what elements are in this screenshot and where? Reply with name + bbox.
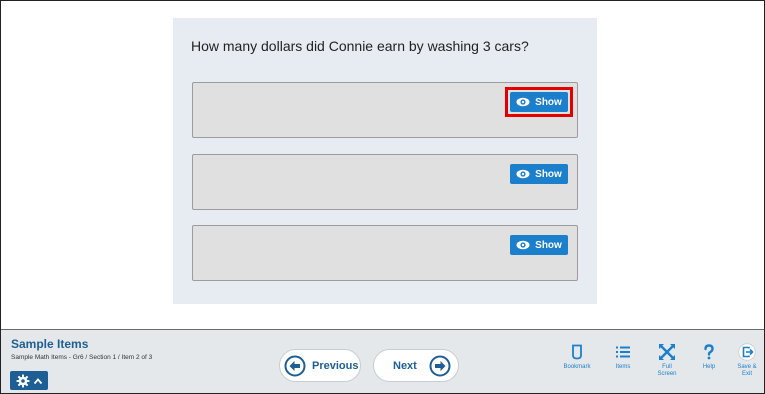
show-button-1[interactable]: Show	[510, 92, 568, 112]
question-panel: How many dollars did Connie earn by wash…	[173, 18, 597, 304]
arrow-right-circle-icon	[429, 355, 451, 376]
eye-icon	[516, 97, 530, 107]
list-icon	[616, 346, 630, 358]
gear-icon	[16, 374, 29, 387]
fullscreen-label-line2: Screen	[657, 371, 677, 377]
show-button-2[interactable]: Show	[510, 164, 568, 184]
breadcrumb: Sample Math Items - Gr6 / Section 1 / It…	[11, 354, 153, 361]
save-exit-button[interactable]: Save & Exit	[727, 343, 764, 378]
fullscreen-button[interactable]: Full Screen	[647, 343, 687, 378]
show-button-label: Show	[535, 168, 562, 180]
previous-label: Previous	[312, 359, 359, 372]
bookmark-label: Bookmark	[563, 364, 591, 370]
question-text: How many dollars did Connie earn by wash…	[191, 38, 529, 54]
show-button-wrap: Show	[510, 235, 568, 255]
help-button[interactable]: Help	[689, 343, 729, 371]
show-button-3[interactable]: Show	[510, 235, 568, 255]
fullscreen-label-line1: Full	[662, 364, 672, 370]
exit-icon	[738, 343, 756, 361]
show-button-label: Show	[535, 96, 562, 108]
save-exit-label-line2: Exit	[741, 371, 752, 377]
eye-icon	[516, 240, 530, 250]
app-window: How many dollars did Connie earn by wash…	[0, 0, 765, 394]
show-button-label: Show	[535, 239, 562, 251]
chevron-up-icon	[33, 377, 42, 384]
item-content-area: How many dollars did Connie earn by wash…	[1, 1, 764, 330]
settings-menu-button[interactable]	[10, 371, 48, 390]
arrow-left-circle-icon	[284, 355, 306, 376]
save-exit-label: Save & Exit	[737, 364, 756, 378]
show-button-wrap: Show	[510, 164, 568, 184]
response-box-3[interactable]: Show	[192, 225, 578, 281]
response-box-1[interactable]: Show	[192, 82, 578, 138]
fullscreen-icon	[659, 344, 675, 360]
eye-icon	[516, 169, 530, 179]
help-label: Help	[702, 364, 716, 370]
next-button[interactable]: Next	[373, 349, 459, 382]
highlight-outline: Show	[505, 87, 573, 117]
fullscreen-label: Full Screen	[657, 364, 676, 378]
test-title: Sample Items	[11, 337, 89, 351]
items-label: Items	[615, 364, 631, 370]
bookmark-button[interactable]: Bookmark	[557, 343, 597, 371]
bookmark-icon	[572, 344, 582, 360]
response-box-2[interactable]: Show	[192, 154, 578, 210]
items-button[interactable]: Items	[603, 343, 643, 371]
next-label: Next	[393, 359, 417, 372]
save-exit-label-line1: Save &	[737, 364, 757, 370]
footer-toolbar: Sample Items Sample Math Items - Gr6 / S…	[1, 330, 764, 393]
previous-button[interactable]: Previous	[279, 349, 361, 382]
help-icon	[704, 344, 714, 360]
